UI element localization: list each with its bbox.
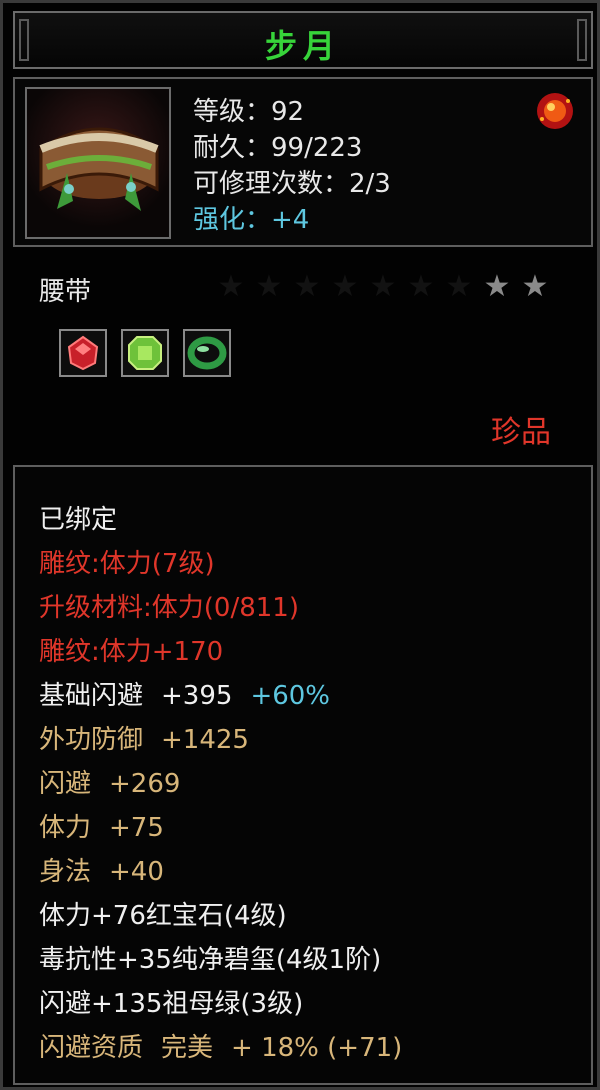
star-empty-icon: ★	[255, 269, 283, 304]
star-rating: ★ ★ ★ ★ ★ ★ ★ ★ ★	[215, 271, 551, 303]
socket-row	[59, 329, 231, 377]
item-title: 步月	[264, 27, 341, 65]
star-empty-icon: ★	[293, 269, 321, 304]
quality-grade: 完美	[161, 1033, 214, 1063]
item-level: 等级：92	[193, 97, 305, 127]
agility-label: 身法	[39, 857, 92, 887]
star-filled-icon: ★	[521, 269, 549, 304]
red-gem-emblem-icon	[537, 93, 573, 129]
agility-row: 身法 +40	[39, 851, 164, 888]
star-empty-icon: ★	[407, 269, 435, 304]
item-tooltip: 步月 等级：92 耐久：99/223 可修理次数：2/3 强化：+4 腰带 ★ …	[0, 0, 600, 1090]
base-dodge-value: +395	[161, 681, 233, 711]
base-dodge-percent: +60%	[250, 681, 331, 711]
upgrade-material-line: 升级材料:体力(0/811)	[39, 593, 299, 623]
stamina-label: 体力	[39, 813, 92, 843]
jade-ring-icon	[187, 336, 227, 370]
star-empty-icon: ★	[369, 269, 397, 304]
item-type: 腰带	[39, 277, 92, 307]
base-dodge-row: 基础闪避 +395 +60%	[39, 675, 330, 712]
dodge-row: 闪避 +269	[39, 763, 180, 800]
engrave-line: 雕纹:体力(7级)	[39, 549, 215, 579]
ruby-gem-icon	[67, 335, 99, 371]
bound-status: 已绑定	[39, 505, 118, 535]
outer-defense-label: 外功防御	[39, 725, 144, 755]
item-icon-frame	[25, 87, 171, 239]
outer-defense-row: 外功防御 +1425	[39, 719, 249, 756]
gem-bonus-2: 毒抗性+35纯净碧玺(4级1阶)	[39, 945, 382, 975]
quality-row: 闪避资质 完美 + 18% (+71)	[39, 1027, 402, 1064]
stamina-value: +75	[109, 813, 164, 843]
item-durability: 耐久：99/223	[193, 133, 363, 163]
quality-label: 闪避资质	[39, 1033, 144, 1063]
socket-slot-3[interactable]	[183, 329, 231, 377]
dodge-value: +269	[109, 769, 181, 799]
gem-bonus-3: 闪避+135祖母绿(3级)	[39, 989, 304, 1019]
belt-icon	[39, 127, 159, 211]
item-repairs: 可修理次数：2/3	[193, 169, 391, 199]
dodge-label: 闪避	[39, 769, 92, 799]
gem-bonus-1: 体力+76红宝石(4级)	[39, 901, 287, 931]
socket-slot-1[interactable]	[59, 329, 107, 377]
item-details-panel: 已绑定 雕纹:体力(7级) 升级材料:体力(0/811) 雕纹:体力+170 基…	[13, 465, 593, 1085]
base-dodge-label: 基础闪避	[39, 681, 144, 711]
item-enhance: 强化：+4	[193, 205, 310, 235]
quality-value: + 18% (+71)	[231, 1033, 403, 1063]
stamina-row: 体力 +75	[39, 807, 164, 844]
title-bar: 步月	[13, 11, 593, 69]
agility-value: +40	[109, 857, 164, 887]
item-header-panel: 等级：92 耐久：99/223 可修理次数：2/3 强化：+4	[13, 77, 593, 247]
star-empty-icon: ★	[217, 269, 245, 304]
star-empty-icon: ★	[331, 269, 359, 304]
star-empty-icon: ★	[445, 269, 473, 304]
socket-slot-2[interactable]	[121, 329, 169, 377]
engrave-bonus-line: 雕纹:体力+170	[39, 637, 224, 667]
star-filled-icon: ★	[483, 269, 511, 304]
rarity-label: 珍品	[491, 415, 551, 450]
outer-defense-value: +1425	[161, 725, 249, 755]
emerald-gem-icon	[128, 336, 162, 370]
